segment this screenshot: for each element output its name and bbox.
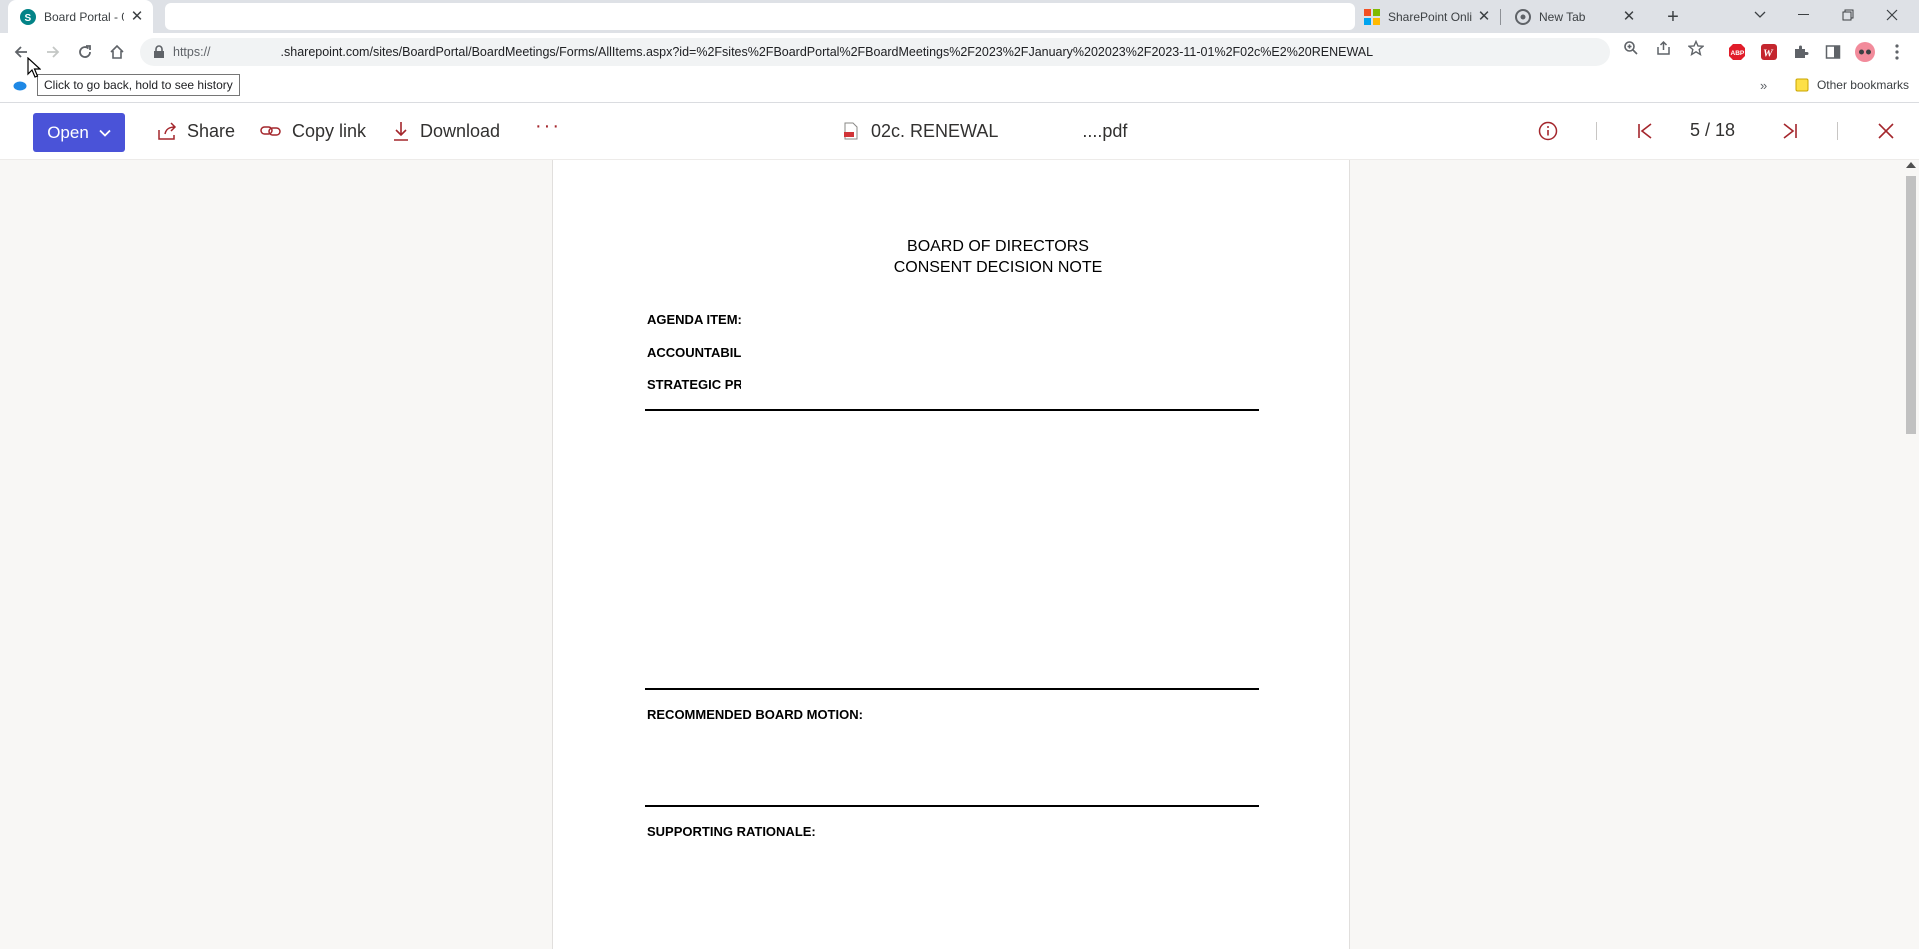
close-window-icon[interactable] (1870, 0, 1914, 30)
last-page-icon (1783, 123, 1797, 139)
file-name-end: ....pdf (1082, 120, 1128, 141)
other-bookmarks[interactable]: Other bookmarks (1795, 78, 1909, 92)
url-scheme: https:// (173, 45, 211, 59)
divider (1837, 122, 1838, 140)
folder-icon (1795, 78, 1809, 92)
home-button[interactable] (104, 39, 130, 65)
new-tab-button[interactable]: + (1661, 5, 1685, 29)
svg-text:W: W (1763, 48, 1774, 60)
section-rule (645, 805, 1259, 807)
tab-sharepoint-online[interactable]: SharePoint Onli ✕ (1360, 0, 1500, 33)
share-label: Share (187, 120, 236, 141)
supporting-rationale-label: SUPPORTING RATIONALE: (647, 824, 816, 839)
home-icon (110, 44, 124, 59)
document-viewport[interactable]: BOARD OF DIRECTORS CONSENT DECISION NOTE… (0, 160, 1919, 949)
close-tab-icon[interactable]: ✕ (1621, 8, 1637, 25)
chevron-down-icon (99, 129, 111, 137)
extension-w-icon[interactable]: W (1759, 42, 1779, 62)
tab-title: New Tab (1539, 9, 1586, 24)
forward-button[interactable] (40, 39, 66, 65)
bookmarks-bar: » Other bookmarks (0, 71, 1919, 103)
strategic-priority-label: STRATEGIC PRI (647, 377, 741, 392)
download-label: Download (420, 120, 501, 141)
svg-text:S: S (25, 13, 32, 24)
back-tooltip: Click to go back, hold to see history (37, 74, 240, 96)
browser-toolbar: https:// .sharepoint.com/sites/BoardPorta… (0, 33, 1919, 71)
bookmark-cloud-icon[interactable] (13, 79, 27, 91)
tab-title: SharePoint Onli (1388, 9, 1473, 24)
last-page-button[interactable] (1779, 120, 1801, 142)
copy-link-label: Copy link (292, 120, 367, 141)
lock-icon (154, 45, 164, 58)
info-icon (1538, 121, 1558, 141)
tab-board-portal[interactable]: S Board Portal - 0 ✕ (8, 0, 153, 33)
side-panel-icon[interactable] (1823, 42, 1843, 62)
tab-title: Board Portal - 0 (44, 9, 124, 24)
vertical-scrollbar[interactable] (1902, 160, 1919, 949)
page-counter: 5 / 18 (1690, 120, 1736, 140)
chrome-menu-icon[interactable] (1887, 42, 1907, 62)
sharepoint-icon: S (20, 8, 36, 25)
share-page-icon[interactable] (1656, 40, 1672, 56)
scroll-thumb[interactable] (1906, 176, 1916, 434)
close-viewer-button[interactable] (1875, 120, 1897, 142)
close-icon (1878, 123, 1894, 139)
zoom-icon[interactable] (1623, 40, 1639, 56)
minimize-icon[interactable] (1782, 0, 1826, 30)
restore-icon[interactable] (1826, 0, 1870, 30)
pdf-file-icon (844, 122, 858, 140)
open-label: Open (47, 122, 89, 142)
adblock-icon[interactable]: ABP (1727, 42, 1747, 62)
mouse-cursor-icon (27, 57, 41, 78)
reload-icon (79, 45, 91, 58)
file-name-start: 02c. RENEWAL (871, 120, 999, 141)
doc-title-line2: CONSENT DECISION NOTE (893, 259, 1103, 276)
url-rest: .sharepoint.com/sites/BoardPortal/BoardM… (280, 45, 1374, 59)
profile-avatar-icon[interactable] (1855, 42, 1875, 62)
more-bookmarks-icon[interactable]: » (1760, 78, 1767, 93)
url-text: https:// .sharepoint.com/sites/BoardPorta… (173, 45, 1603, 59)
accountability-label: ACCOUNTABILIT (647, 345, 741, 360)
tab-new-tab[interactable]: New Tab ✕ (1503, 0, 1645, 33)
browser-tabstrip: S Board Portal - 0 ✕ SharePoint Onli ✕ N… (0, 0, 1919, 33)
tab-search-icon[interactable] (1738, 0, 1782, 30)
tab-divider (1500, 9, 1501, 25)
svg-text:ABP: ABP (1731, 50, 1745, 57)
scroll-up-icon[interactable] (1906, 162, 1916, 168)
bookmark-star-icon[interactable] (1688, 40, 1704, 56)
reload-button[interactable] (72, 39, 98, 65)
address-bar[interactable]: https:// .sharepoint.com/sites/BoardPorta… (140, 38, 1610, 66)
more-actions-button[interactable]: ··· (535, 115, 561, 138)
download-button[interactable]: Download (392, 117, 500, 145)
download-icon (394, 122, 408, 141)
recommended-motion-label: RECOMMENDED BOARD MOTION: (647, 707, 863, 722)
first-page-button[interactable] (1634, 120, 1656, 142)
copy-link-button[interactable]: Copy link (260, 117, 366, 145)
agenda-item-label: AGENDA ITEM: (647, 312, 742, 327)
close-tab-icon[interactable]: ✕ (1476, 8, 1492, 25)
share-button[interactable]: Share (157, 117, 235, 145)
open-button[interactable]: Open (33, 113, 125, 152)
chrome-icon (1515, 8, 1531, 25)
pdf-page: BOARD OF DIRECTORS CONSENT DECISION NOTE… (552, 160, 1350, 949)
tab-redacted (165, 3, 1355, 30)
divider (1596, 122, 1597, 140)
first-page-icon (1638, 123, 1652, 139)
close-tab-icon[interactable]: ✕ (129, 8, 145, 25)
link-icon (260, 126, 281, 136)
other-bookmarks-label: Other bookmarks (1816, 78, 1909, 92)
section-rule (645, 688, 1259, 690)
doc-title-line1: BOARD OF DIRECTORS (907, 238, 1089, 255)
section-rule (645, 409, 1259, 411)
extensions-puzzle-icon[interactable] (1791, 42, 1811, 62)
microsoft-icon (1364, 8, 1380, 25)
file-name: 02c. RENEWAL ....pdf (843, 117, 1127, 145)
viewer-command-bar: Open Share Copy link Download ··· 02c. R… (0, 103, 1919, 160)
info-button[interactable] (1537, 120, 1559, 142)
forward-arrow-icon (47, 46, 60, 58)
share-icon (158, 122, 177, 140)
